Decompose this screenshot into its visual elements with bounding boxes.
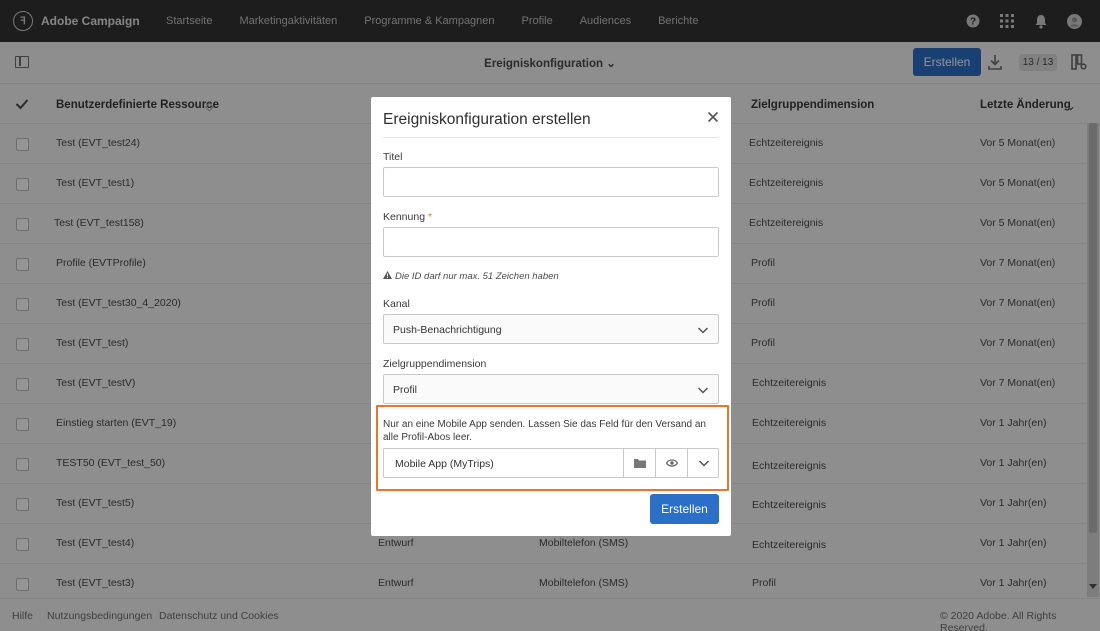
chevron-down-icon: [697, 324, 709, 336]
title-input[interactable]: [383, 167, 719, 197]
target-dimension-select[interactable]: Profil: [383, 374, 719, 404]
required-marker: *: [427, 211, 433, 223]
id-input[interactable]: [383, 227, 719, 257]
close-icon[interactable]: [707, 111, 721, 125]
id-field-label-text: Kennung: [383, 211, 426, 223]
target-select-value: Profil: [393, 384, 417, 396]
dialog-title: Ereigniskonfiguration erstellen: [383, 111, 591, 128]
dialog-divider: [383, 137, 719, 138]
warning-icon: [383, 271, 392, 282]
channel-select-value: Push-Benachrichtigung: [393, 324, 502, 336]
id-hint-text: Die ID darf nur max. 51 Zeichen haben: [395, 271, 559, 282]
id-hint: Die ID darf nur max. 51 Zeichen haben: [383, 271, 559, 282]
title-field-label: Titel: [383, 151, 403, 163]
chevron-down-icon: [697, 384, 709, 396]
channel-select[interactable]: Push-Benachrichtigung: [383, 314, 719, 344]
dialog-create-button[interactable]: Erstellen: [650, 494, 719, 524]
channel-field-label: Kanal: [383, 298, 410, 310]
id-field-label: Kennung *: [383, 211, 432, 223]
target-field-label: Zielgruppendimension: [383, 358, 487, 370]
mobile-app-highlight-frame: [376, 405, 729, 491]
